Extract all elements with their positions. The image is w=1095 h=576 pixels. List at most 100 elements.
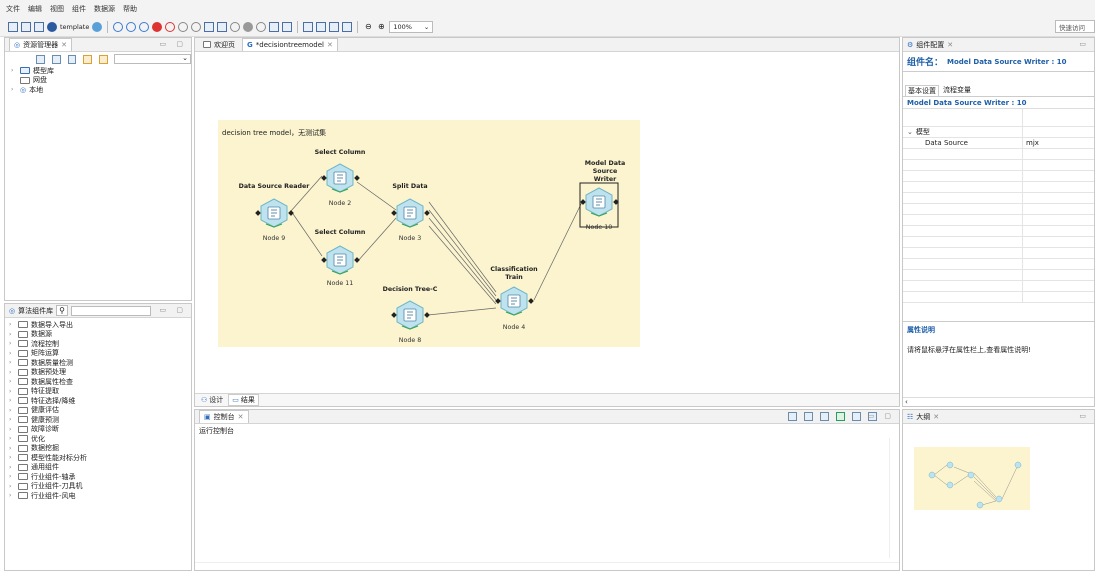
workflow-node-icon[interactable] bbox=[499, 286, 529, 316]
collapse-all-icon[interactable] bbox=[51, 54, 61, 64]
property-row-data-source[interactable]: Data Source mjx bbox=[903, 138, 1094, 149]
chevron-right-icon[interactable]: › bbox=[9, 416, 15, 423]
timer-icon[interactable] bbox=[256, 21, 267, 32]
algorithm-category-item[interactable]: › 数据预处理 bbox=[9, 368, 191, 378]
window-controls[interactable]: ▭ bbox=[1079, 40, 1090, 48]
window-controls[interactable]: ▭ ▢ bbox=[160, 306, 187, 314]
close-icon[interactable]: ✕ bbox=[933, 413, 939, 421]
chevron-right-icon[interactable]: › bbox=[9, 492, 15, 499]
tab-console[interactable]: ▣ 控制台 ✕ bbox=[199, 410, 249, 423]
template-label[interactable]: template bbox=[60, 23, 89, 31]
workflow-node-icon[interactable] bbox=[325, 245, 355, 275]
chevron-right-icon[interactable]: › bbox=[9, 397, 15, 404]
workflow-node-icon[interactable] bbox=[395, 198, 425, 228]
chevron-right-icon[interactable]: › bbox=[9, 331, 15, 338]
export-icon[interactable] bbox=[269, 21, 280, 32]
chevron-right-icon[interactable]: › bbox=[9, 483, 15, 490]
node-output-port[interactable] bbox=[613, 199, 619, 205]
chevron-right-icon[interactable]: › bbox=[9, 454, 15, 461]
tree-item-netdisk[interactable]: 网盘 bbox=[11, 76, 191, 86]
chevron-right-icon[interactable]: › bbox=[9, 321, 15, 328]
tab-decisiontreemodel[interactable]: G *decisiontreemodel ✕ bbox=[242, 38, 338, 51]
console-horizontal-scrollbar[interactable] bbox=[195, 562, 899, 570]
zoom-out-icon[interactable]: ⊖ bbox=[363, 22, 373, 32]
pause-icon[interactable] bbox=[139, 21, 150, 32]
workflow-canvas[interactable]: decision tree model，无测试集 Data Source Rea… bbox=[218, 120, 640, 347]
zoom-select[interactable]: 100% ⌄ bbox=[389, 20, 434, 33]
algorithm-category-item[interactable]: › 数据源 bbox=[9, 330, 191, 340]
align-left-icon[interactable] bbox=[303, 21, 314, 32]
tab-resource-manager[interactable]: ◎ 资源管理器 ✕ bbox=[9, 38, 72, 51]
save-all-icon[interactable] bbox=[34, 21, 44, 32]
menu-view[interactable]: 视图 bbox=[50, 4, 64, 14]
open-console-icon[interactable] bbox=[852, 412, 861, 421]
chevron-right-icon[interactable]: › bbox=[11, 86, 17, 93]
window-controls[interactable]: ▭ ▢ bbox=[868, 412, 895, 420]
algorithm-category-item[interactable]: › 通用组件 bbox=[9, 463, 191, 473]
align-top-icon[interactable] bbox=[342, 21, 353, 32]
save-icon[interactable] bbox=[21, 21, 31, 32]
algorithm-category-item[interactable]: › 健康评估 bbox=[9, 406, 191, 416]
chevron-right-icon[interactable]: › bbox=[9, 378, 15, 385]
node-output-port[interactable] bbox=[424, 312, 430, 318]
algorithm-category-item[interactable]: › 数据导入导出 bbox=[9, 320, 191, 330]
align-center-icon[interactable] bbox=[316, 21, 327, 32]
algorithm-category-item[interactable]: › 行业组件-刀具机 bbox=[9, 482, 191, 492]
chevron-right-icon[interactable]: › bbox=[9, 445, 15, 452]
copy-icon[interactable] bbox=[217, 21, 228, 32]
new-icon[interactable] bbox=[8, 21, 18, 32]
menu-datasource[interactable]: 数据源 bbox=[94, 4, 115, 14]
algorithm-category-item[interactable]: › 行业组件-风电 bbox=[9, 491, 191, 501]
quick-access-input[interactable]: 快速访问 bbox=[1055, 20, 1095, 33]
algorithm-search-input[interactable] bbox=[70, 305, 151, 316]
sync-icon[interactable] bbox=[99, 54, 108, 64]
window-controls[interactable]: ▭ ▢ bbox=[160, 40, 187, 48]
cancel-icon[interactable] bbox=[165, 21, 176, 32]
node-output-port[interactable] bbox=[424, 210, 430, 216]
workflow-node-icon[interactable] bbox=[259, 198, 289, 228]
algorithm-category-item[interactable]: › 模型性能对标分析 bbox=[9, 453, 191, 463]
algorithm-category-item[interactable]: › 数据属性检查 bbox=[9, 377, 191, 387]
refresh-icon[interactable] bbox=[178, 21, 189, 32]
search-icon[interactable]: ⚲ bbox=[56, 305, 68, 316]
node-output-port[interactable] bbox=[528, 298, 534, 304]
scroll-lock-icon[interactable] bbox=[804, 412, 813, 421]
algorithm-category-item[interactable]: › 特征选择/降维 bbox=[9, 396, 191, 406]
algorithm-category-item[interactable]: › 数据挖掘 bbox=[9, 444, 191, 454]
close-icon[interactable]: ✕ bbox=[61, 41, 67, 49]
clear-console-icon[interactable] bbox=[788, 412, 797, 421]
link-icon[interactable] bbox=[83, 54, 92, 64]
chevron-left-icon[interactable]: ‹ bbox=[905, 398, 908, 406]
align-right-icon[interactable] bbox=[329, 21, 340, 32]
tab-welcome[interactable]: 欢迎页 bbox=[199, 40, 239, 50]
algorithm-category-item[interactable]: › 故障诊断 bbox=[9, 425, 191, 435]
chevron-right-icon[interactable]: › bbox=[11, 67, 17, 74]
node-output-port[interactable] bbox=[354, 257, 360, 263]
run-icon[interactable] bbox=[47, 21, 57, 32]
tab-flow-variables[interactable]: 流程变量 bbox=[941, 85, 973, 95]
step-icon[interactable] bbox=[126, 21, 137, 32]
algorithm-category-item[interactable]: › 数据质量检测 bbox=[9, 358, 191, 368]
menu-help[interactable]: 帮助 bbox=[123, 4, 137, 14]
template-icon[interactable] bbox=[92, 21, 103, 32]
algorithm-category-item[interactable]: › 特征提取 bbox=[9, 387, 191, 397]
resource-filter-select[interactable]: ⌄ bbox=[113, 54, 191, 64]
import-icon[interactable] bbox=[282, 21, 293, 32]
schedule-icon[interactable] bbox=[230, 21, 241, 32]
chevron-right-icon[interactable]: › bbox=[9, 426, 15, 433]
property-group-row[interactable]: ⌄ 模型 bbox=[903, 127, 1094, 138]
window-controls[interactable]: ▭ bbox=[1079, 412, 1090, 420]
zoom-in-icon[interactable]: ⊕ bbox=[376, 22, 386, 32]
chevron-right-icon[interactable]: › bbox=[9, 359, 15, 366]
tab-design[interactable]: ⚇ 设计 bbox=[198, 395, 226, 405]
console-vertical-scrollbar[interactable] bbox=[889, 438, 897, 558]
chevron-right-icon[interactable]: › bbox=[9, 369, 15, 376]
close-icon[interactable]: ✕ bbox=[327, 41, 333, 49]
node-output-port[interactable] bbox=[354, 175, 360, 181]
layout-icon[interactable] bbox=[204, 21, 215, 32]
tab-basic-settings[interactable]: 基本设置 bbox=[905, 84, 939, 96]
stop-icon[interactable] bbox=[152, 21, 163, 32]
expand-all-icon[interactable] bbox=[36, 54, 45, 64]
chevron-right-icon[interactable]: › bbox=[9, 407, 15, 414]
record-icon[interactable] bbox=[243, 21, 254, 32]
